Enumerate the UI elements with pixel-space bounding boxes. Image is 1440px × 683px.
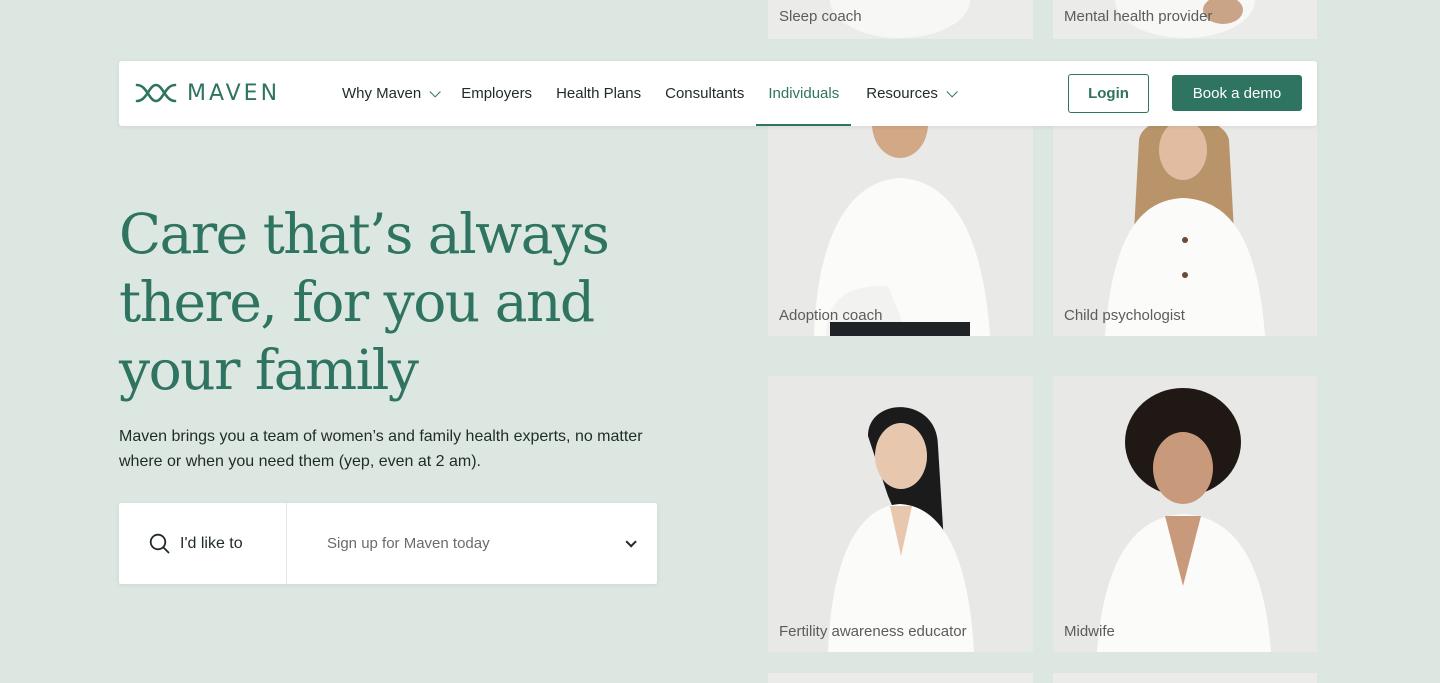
nav-link-resources[interactable]: Resources (866, 61, 958, 126)
provider-tile-partial (1053, 673, 1317, 683)
provider-photo (768, 100, 1033, 336)
nav-link-label: Consultants (665, 85, 745, 102)
nav-link-label: Employers (461, 85, 533, 102)
maven-logo-icon (135, 83, 177, 103)
nav-link-consultants[interactable]: Consultants (665, 61, 744, 126)
intent-selector-label: I'd like to (119, 503, 287, 584)
hero-subtitle: Maven brings you a team of women’s and f… (119, 428, 643, 470)
search-icon (149, 533, 170, 554)
top-navigation: MAVEN Why Maven Employers Health Plans C… (119, 61, 1317, 126)
intent-selector: I'd like to Sign up for Maven today (119, 503, 657, 584)
login-button[interactable]: Login (1068, 74, 1149, 113)
nav-link-label: Individuals (768, 85, 840, 102)
nav-link-label: Resources (866, 85, 938, 102)
hero-title: Care that’s always there, for you and yo… (119, 200, 679, 404)
intent-dropdown[interactable]: Sign up for Maven today (287, 503, 657, 584)
provider-photo (768, 376, 1033, 652)
provider-tile-sleep-coach: Sleep coach (768, 0, 1033, 39)
intent-dropdown-value: Sign up for Maven today (327, 535, 490, 552)
chevron-down-icon (625, 535, 637, 548)
hero-title-line: your family (119, 338, 419, 402)
nav-link-label: Health Plans (556, 85, 642, 102)
provider-tile-child-psychologist: Child psychologist (1053, 100, 1317, 336)
nav-link-why-maven[interactable]: Why Maven (342, 61, 441, 126)
provider-tile-adoption-coach: Adoption coach (768, 100, 1033, 336)
nav-links: Why Maven Employers Health Plans Consult… (342, 61, 978, 126)
brand-name: MAVEN (187, 80, 281, 106)
nav-link-employers[interactable]: Employers (461, 61, 532, 126)
nav-link-label: Why Maven (342, 85, 422, 102)
provider-title: Fertility awareness educator (779, 623, 967, 640)
provider-title: Sleep coach (779, 8, 862, 25)
provider-photo (1053, 100, 1317, 336)
provider-title: Adoption coach (779, 307, 883, 324)
book-demo-button[interactable]: Book a demo (1172, 75, 1302, 111)
provider-title: Mental health provider (1064, 8, 1213, 25)
provider-tile-mental-health: Mental health provider (1053, 0, 1317, 39)
provider-tile-partial (768, 673, 1033, 683)
intent-label-text: I'd like to (180, 534, 243, 552)
provider-tile-fertility-educator: Fertility awareness educator (768, 376, 1033, 652)
maven-logo[interactable]: MAVEN (135, 80, 281, 106)
provider-tile-midwife: Midwife (1053, 376, 1317, 652)
nav-link-health-plans[interactable]: Health Plans (556, 61, 641, 126)
provider-title: Midwife (1064, 623, 1115, 640)
chevron-down-icon (946, 85, 958, 98)
provider-photo (1053, 376, 1317, 652)
hero-title-line: there, for you and (119, 270, 595, 334)
chevron-down-icon (429, 85, 441, 98)
nav-link-individuals[interactable]: Individuals (756, 61, 852, 126)
hero-title-line: Care that’s always (119, 202, 610, 266)
provider-title: Child psychologist (1064, 307, 1185, 324)
